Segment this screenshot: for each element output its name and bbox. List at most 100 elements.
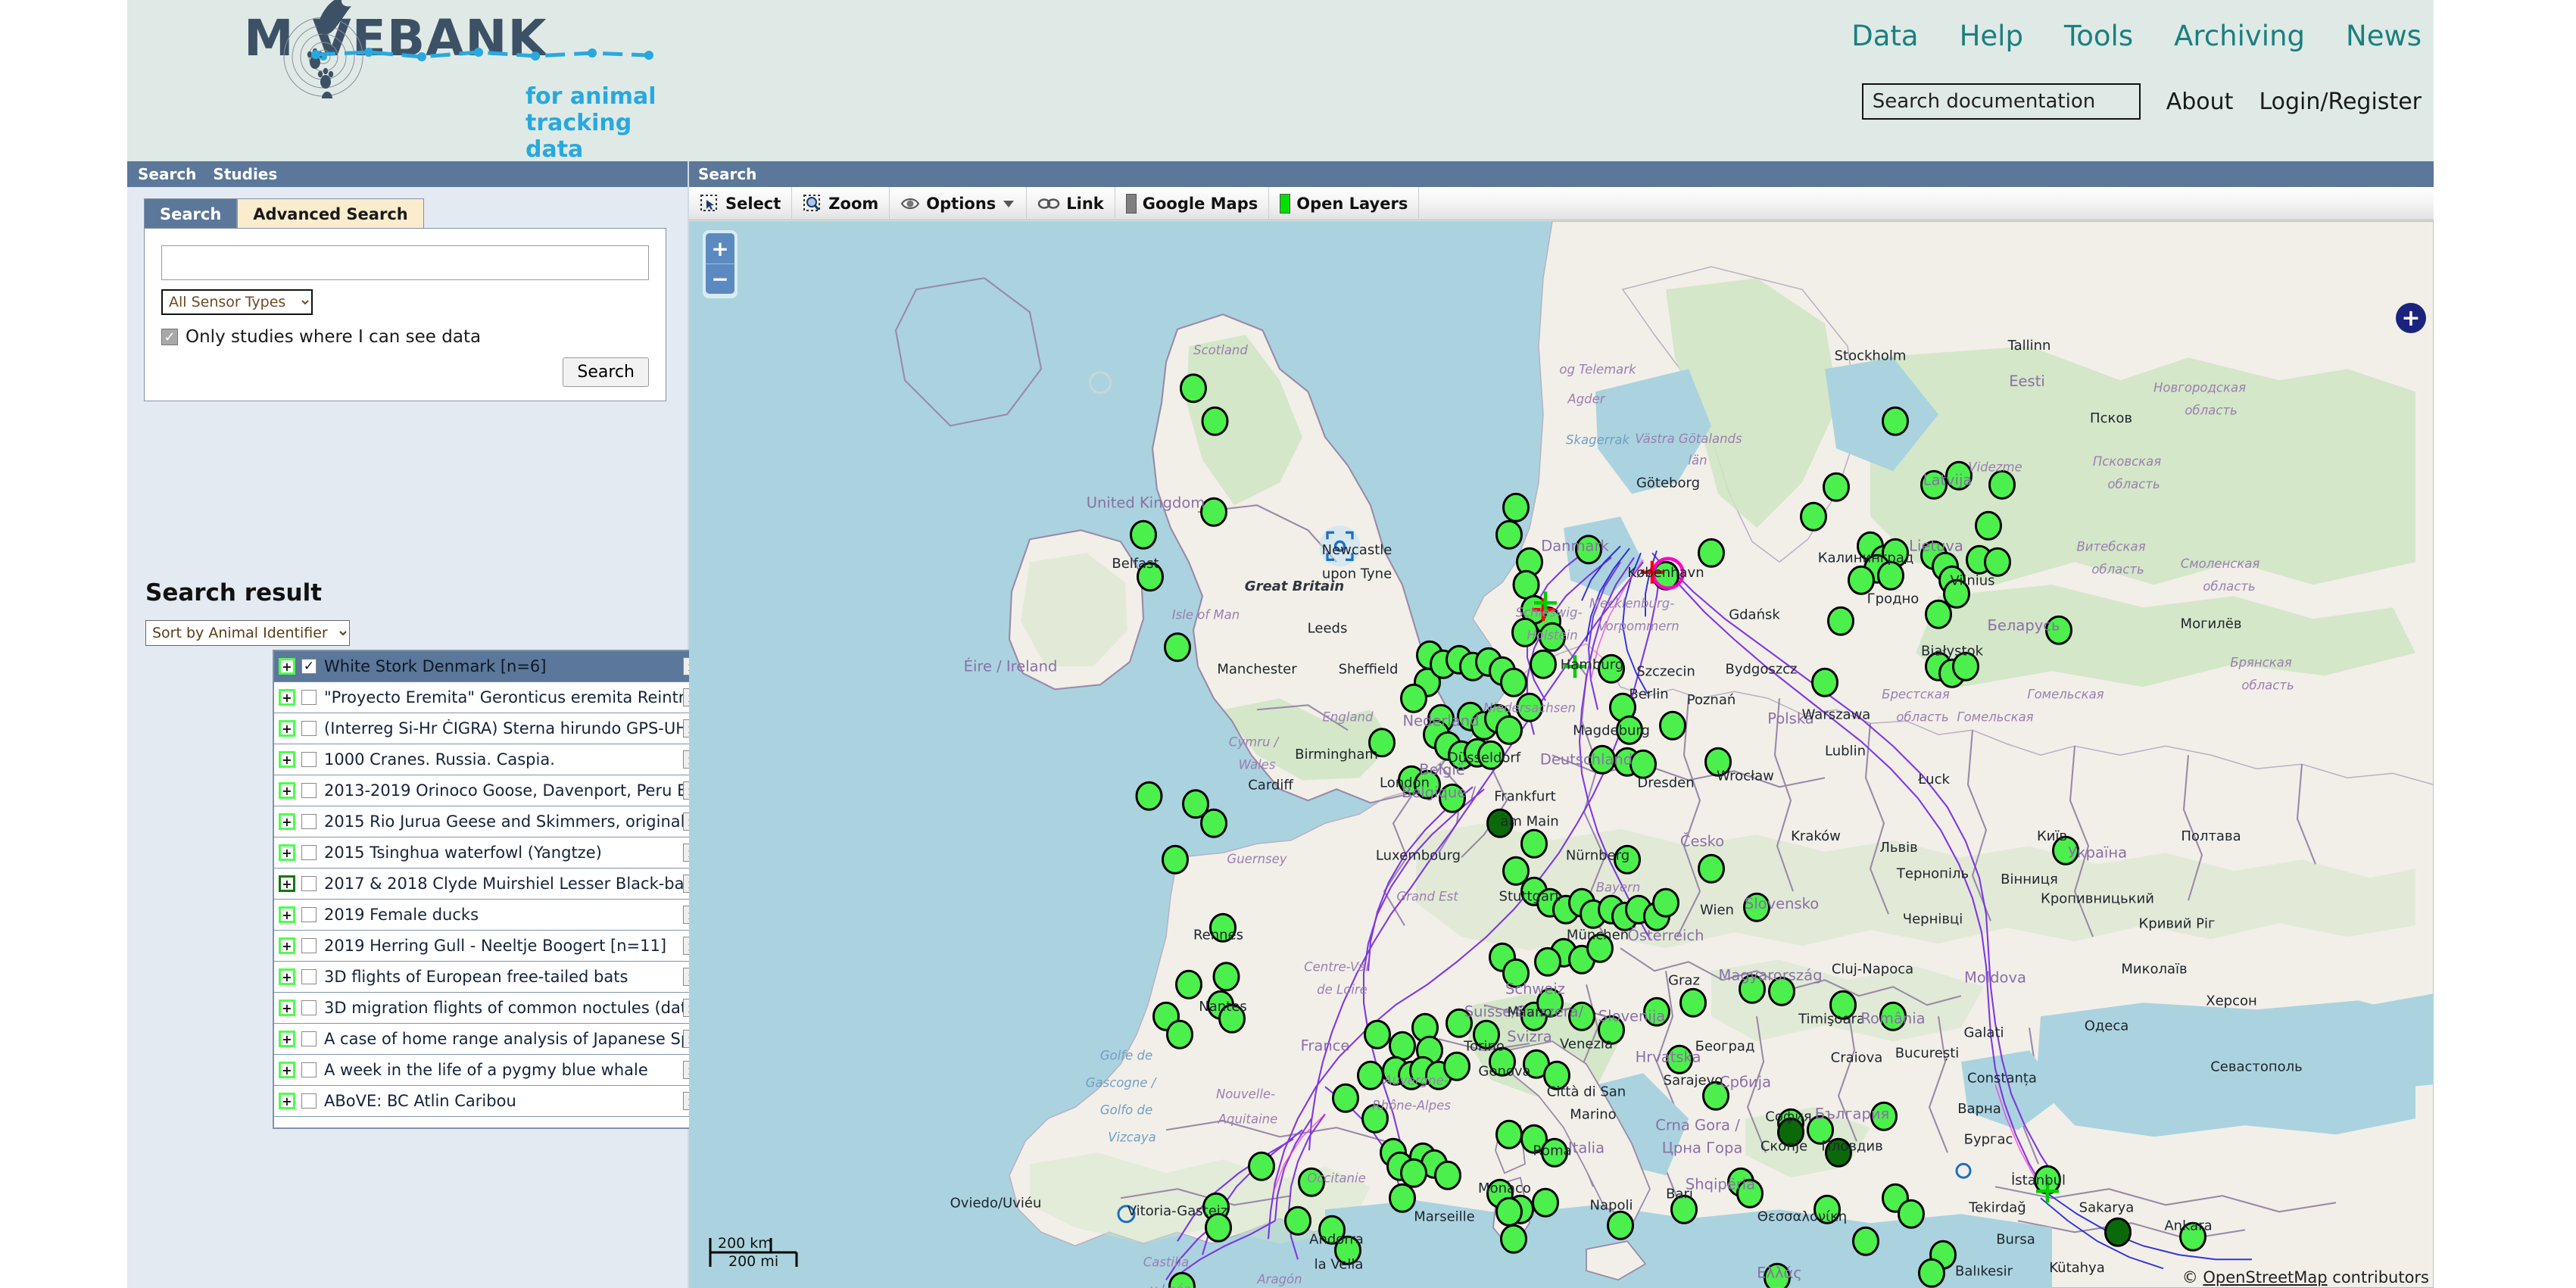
expand-study-icon[interactable]: + [279,813,295,830]
search-keyword-input[interactable] [161,245,649,280]
map-place-label: Belfast [1112,556,1159,572]
study-checkbox[interactable]: ✓ [301,659,317,674]
map-place-label: Andorra [1309,1231,1364,1247]
map-place-label: İstanbul [2011,1172,2066,1188]
expand-study-icon[interactable]: + [279,689,295,706]
map-place-label: Düsseldorf [1448,750,1521,766]
map-place-label: Wrocław [1717,768,1774,784]
sidebar-tab-studies[interactable]: Studies [213,165,277,183]
map-tab-search[interactable]: Search [698,165,756,183]
toolbar-google-maps-button[interactable]: Google Maps [1115,186,1270,220]
sort-by-select[interactable]: Sort by Animal Identifier [145,620,350,646]
expand-study-icon[interactable]: + [279,937,295,954]
tab-advanced-search[interactable]: Advanced Search [237,198,424,228]
expand-study-icon[interactable]: + [279,782,295,799]
secondary-nav: About Login/Register [1861,83,2422,120]
study-checkbox[interactable] [301,690,317,705]
result-row[interactable]: +3D migration flights of common noctules… [274,993,727,1024]
result-row[interactable]: +2013-2019 Orinoco Goose, Davenport, Per… [274,775,727,806]
result-row[interactable]: +2015 Tsinghua waterfowl (Yangtze)i [274,837,727,869]
study-checkbox[interactable] [301,1062,317,1077]
nav-item-login-register[interactable]: Login/Register [2259,89,2422,115]
nav-item-archiving[interactable]: Archiving [2174,20,2305,52]
map-place-label: Беларусь [1988,616,2060,634]
toolbar-options-button[interactable]: Options [890,186,1028,220]
study-checkbox[interactable] [301,1093,317,1109]
map-place-label: Lublin [1825,743,1866,759]
tab-search[interactable]: Search [144,198,238,228]
map-place-label: Galati [1963,1024,2004,1040]
study-checkbox[interactable] [301,1000,317,1015]
result-row[interactable]: +ABoVE: BC Atlin Cariboui [274,1086,727,1117]
result-row[interactable]: + A week in the life of a pygmy blue whal… [274,1055,727,1086]
sensor-type-select[interactable]: All Sensor Types [161,289,313,315]
expand-study-icon[interactable]: + [279,968,295,985]
map-place-label: de Loire [1317,982,1368,996]
expand-study-icon[interactable]: + [279,1000,295,1016]
study-checkbox[interactable] [301,752,317,767]
map-place-label: Gascogne / [1086,1075,1158,1090]
result-row[interactable]: +2019 Herring Gull - Neeltje Boogert [n=… [274,931,727,962]
study-name-label: A case of home range analysis of Japanes… [324,1030,683,1048]
map-panel: Search Select Zoom Options Link Google M… [689,161,2434,1288]
add-layer-button[interactable]: + [2396,303,2426,333]
result-row[interactable]: +3D flights of European free-tailed bats… [274,962,727,993]
map-zoom-control[interactable]: + − [703,230,738,298]
expand-study-icon[interactable]: + [279,875,295,892]
expand-study-icon[interactable]: + [279,906,295,923]
study-checkbox[interactable] [301,814,317,829]
expand-study-icon[interactable]: + [279,844,295,861]
search-button[interactable]: Search [563,357,649,387]
expand-study-icon[interactable]: + [279,1062,295,1078]
map-place-label: Éire / Ireland [964,657,1058,675]
nav-item-about[interactable]: About [2166,89,2234,115]
study-checkbox[interactable] [301,938,317,953]
map-place-label: y León [1149,1282,1192,1288]
expand-study-icon[interactable]: + [279,658,295,675]
toolbar-zoom-button[interactable]: Zoom [792,186,890,220]
search-result-list[interactable]: +✓White Stork Denmark [n=6]i+"Proyecto E… [273,650,728,1129]
toolbar-select-button[interactable]: Select [689,186,793,220]
result-row[interactable]: + A case of home range analysis of Japane… [274,1024,727,1055]
expand-study-icon[interactable]: + [279,751,295,768]
map-canvas[interactable]: Scotland United Kingdom Great Britain Éire … [689,221,2434,1288]
result-row[interactable]: +2015 Rio Jurua Geese and Skimmers, orig… [274,806,727,837]
zoom-in-button[interactable]: + [706,233,734,264]
only-studies-row[interactable]: ✓ Only studies where I can see data [161,327,649,347]
result-row[interactable]: +2017 & 2018 Clyde Muirshiel Lesser Blac… [274,869,727,900]
nav-item-help[interactable]: Help [1960,20,2023,52]
study-checkbox[interactable] [301,876,317,891]
result-row[interactable]: + (Interreg Si-Hr ĊIGRA) Sterna hirundo G… [274,713,727,744]
result-row[interactable]: +2019 Female ducksi [274,900,727,931]
expand-study-icon[interactable]: + [279,1031,295,1047]
map-place-label: Newcastle [1322,542,1392,558]
map-place-label: England [1323,709,1374,724]
map-place-label: область [2091,562,2144,576]
nav-item-data[interactable]: Data [1851,20,1918,52]
result-row[interactable]: +1000 Cranes. Russia. Caspia.i [274,744,727,775]
study-checkbox[interactable] [301,907,317,922]
nav-item-tools[interactable]: Tools [2064,20,2133,52]
study-checkbox[interactable] [301,845,317,860]
movebank-logo[interactable]: M VEBANK for animal tracking data [183,0,683,163]
result-row[interactable]: + "Proyecto Eremita" Geronticus eremita R… [274,682,727,713]
expand-study-icon[interactable]: + [279,720,295,737]
study-checkbox[interactable] [301,1031,317,1046]
map-place-label: Aquitaine [1218,1112,1278,1126]
only-studies-checkbox[interactable]: ✓ [161,329,178,345]
study-checkbox[interactable] [301,721,317,736]
study-name-label: (Interreg Si-Hr ĊIGRA) Sterna hirundo GP… [324,719,683,738]
toolbar-link-button[interactable]: Link [1027,186,1115,220]
expand-study-icon[interactable]: + [279,1093,295,1109]
study-checkbox[interactable] [301,783,317,798]
study-checkbox[interactable] [301,969,317,984]
toolbar-open-layers-button[interactable]: Open Layers [1269,186,1420,220]
sidebar-tab-search[interactable]: Search [138,165,196,183]
openstreetmap-link[interactable]: OpenStreetMap [2203,1268,2327,1286]
nav-item-news[interactable]: News [2346,20,2422,52]
zoom-out-button[interactable]: − [706,264,734,294]
documentation-search-input[interactable] [1861,83,2141,120]
search-button-row: Search [161,357,649,387]
map-place-label: Cardiff [1248,777,1293,793]
result-row[interactable]: +✓White Stork Denmark [n=6]i [274,651,727,682]
